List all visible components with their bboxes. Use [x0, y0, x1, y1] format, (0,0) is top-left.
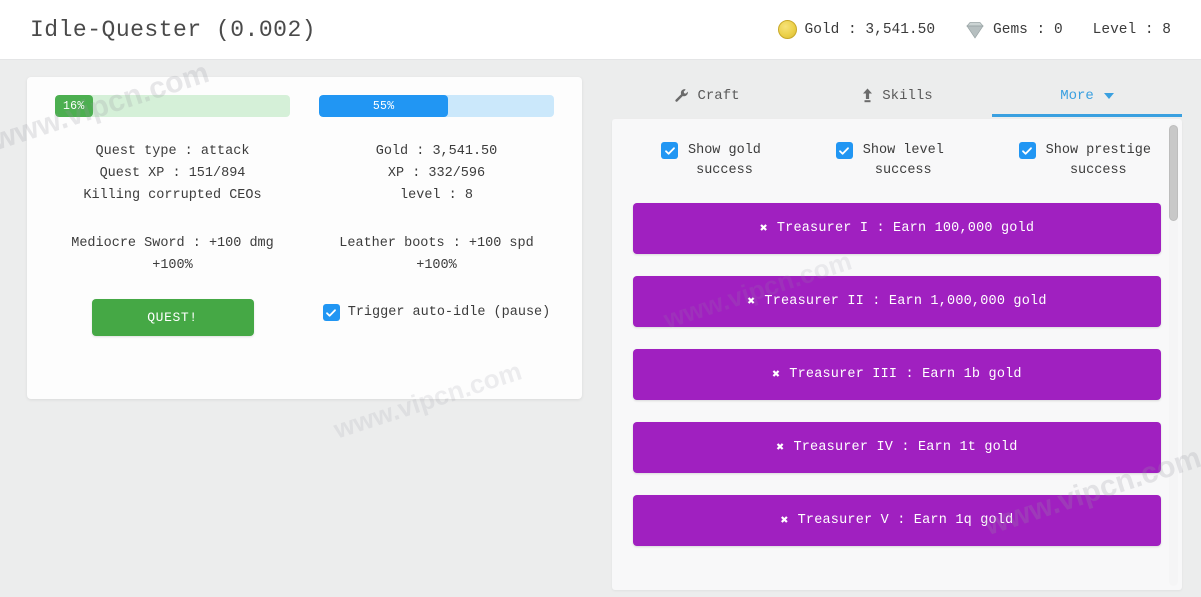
quest-progress-fill: 16% [55, 95, 93, 117]
weapon-info: Mediocre Sword : +100 dmg +100% [55, 233, 290, 277]
toggle-show-level-line1: Show level [862, 143, 944, 158]
boots-name: Leather boots : +100 spd [339, 236, 534, 251]
auto-idle-label: Trigger auto-idle (pause) [347, 305, 551, 320]
achievement-row[interactable]: ✖ Treasurer IV : Earn 1t gold [633, 422, 1161, 473]
toggle-show-prestige[interactable]: Show prestige success [1018, 141, 1151, 181]
toggle-show-level-line2: success [874, 163, 932, 178]
quest-description: Killing corrupted CEOs [83, 188, 262, 203]
tab-craft-label: Craft [697, 87, 740, 104]
checkbox-checked-icon[interactable] [661, 142, 678, 159]
stat-gems-label: Gems : 0 [993, 21, 1063, 38]
header-stats: Gold : 3,541.50 Gems : 0 Level : 8 [777, 20, 1171, 39]
quest-info: Quest type : attack Quest XP : 151/894 K… [55, 141, 290, 207]
stat-gems: Gems : 0 [965, 21, 1063, 39]
gold-coin-icon [777, 20, 797, 39]
checkbox-checked-icon[interactable] [322, 304, 340, 321]
checkbox-checked-icon[interactable] [1018, 142, 1036, 159]
xp-progress-fill: 55% [319, 95, 449, 117]
quest-progress-bar: 16% [55, 95, 290, 117]
toggle-show-gold-line1: Show gold [688, 143, 761, 158]
x-mark-icon: ✖ [776, 440, 785, 455]
toggle-show-level[interactable]: Show level success [835, 141, 944, 181]
quest-type: Quest type : attack [95, 144, 250, 159]
boots-bonus: +100% [416, 258, 457, 273]
quest-button[interactable]: QUEST! [91, 299, 254, 336]
toggle-show-gold-line2: success [696, 163, 753, 178]
toggle-show-prestige-line1: Show prestige [1045, 143, 1151, 158]
app-header: Idle-Quester (0.002) Gold : 3,541.50 Gem… [0, 0, 1201, 60]
achievement-row[interactable]: ✖ Treasurer III : Earn 1b gold [633, 349, 1161, 400]
more-panel-content: Show gold success Show level success Sho… [612, 119, 1182, 546]
tab-skills-label: Skills [882, 87, 933, 104]
toggle-row: Show gold success Show level success Sho… [633, 141, 1161, 181]
x-mark-icon: ✖ [772, 367, 781, 382]
stat-level-label: Level : 8 [1092, 21, 1171, 38]
toggle-show-prestige-line2: success [1069, 163, 1127, 178]
achievement-label: Treasurer II : Earn 1,000,000 gold [764, 294, 1047, 309]
xp-progress-bar: 55% [319, 95, 554, 117]
player-info: Gold : 3,541.50 XP : 332/596 level : 8 [319, 141, 554, 207]
auto-idle-checkbox[interactable]: Trigger auto-idle (pause) [319, 304, 554, 321]
panel-scrollbar-thumb[interactable] [1169, 125, 1178, 221]
achievement-row[interactable]: ✖ Treasurer I : Earn 100,000 gold [633, 203, 1161, 254]
more-panel: Show gold success Show level success Sho… [612, 119, 1182, 590]
xp-progress-label: 55% [372, 99, 395, 113]
boots-info: Leather boots : +100 spd +100% [319, 233, 554, 277]
x-mark-icon: ✖ [780, 513, 789, 528]
level-up-arrow-icon [861, 88, 874, 103]
tab-more-label: More [1060, 87, 1094, 104]
quest-card: 16% Quest type : attack Quest XP : 151/8… [27, 77, 582, 399]
stat-level: Level : 8 [1093, 22, 1171, 38]
quest-progress-label: 16% [62, 99, 85, 113]
chevron-down-icon [1103, 92, 1114, 99]
achievement-label: Treasurer I : Earn 100,000 gold [776, 221, 1035, 236]
player-xp: XP : 332/596 [387, 166, 486, 181]
quest-xp: Quest XP : 151/894 [99, 166, 246, 181]
toggle-show-prestige-text: Show prestige success [1046, 141, 1151, 181]
player-level: level : 8 [400, 188, 473, 203]
side-panel: Craft Skills More Show gold success Show… [612, 77, 1182, 590]
tab-craft[interactable]: Craft [612, 77, 802, 117]
gem-icon [965, 21, 985, 39]
achievement-row[interactable]: ✖ Treasurer V : Earn 1q gold [633, 495, 1161, 546]
main-body: www.vipcn.com www.vipcn.com www.vipcn.co… [0, 56, 1201, 597]
x-mark-icon: ✖ [747, 294, 756, 309]
tab-skills[interactable]: Skills [802, 77, 992, 117]
toggle-show-gold-text: Show gold success [688, 141, 761, 181]
achievement-label: Treasurer V : Earn 1q gold [797, 513, 1014, 528]
achievement-row[interactable]: ✖ Treasurer II : Earn 1,000,000 gold [633, 276, 1161, 327]
stat-gold-label: Gold : 3,541.50 [804, 21, 936, 38]
toggle-show-level-text: Show level success [863, 141, 944, 181]
quest-column: 16% Quest type : attack Quest XP : 151/8… [55, 95, 290, 336]
tab-bar: Craft Skills More [612, 77, 1182, 119]
stat-gold: Gold : 3,541.50 [777, 20, 936, 39]
wrench-icon [674, 88, 689, 103]
achievement-label: Treasurer IV : Earn 1t gold [793, 440, 1018, 455]
weapon-bonus: +100% [152, 258, 193, 273]
page-title: Idle-Quester (0.002) [30, 16, 317, 43]
weapon-name: Mediocre Sword : +100 dmg [71, 236, 274, 251]
achievement-label: Treasurer III : Earn 1b gold [789, 367, 1022, 382]
toggle-show-gold[interactable]: Show gold success [661, 141, 761, 181]
player-column: 55% Gold : 3,541.50 XP : 332/596 level :… [319, 95, 554, 336]
x-mark-icon: ✖ [759, 221, 768, 236]
player-gold: Gold : 3,541.50 [375, 144, 498, 159]
tab-more[interactable]: More [992, 77, 1182, 117]
checkbox-checked-icon[interactable] [835, 142, 853, 159]
